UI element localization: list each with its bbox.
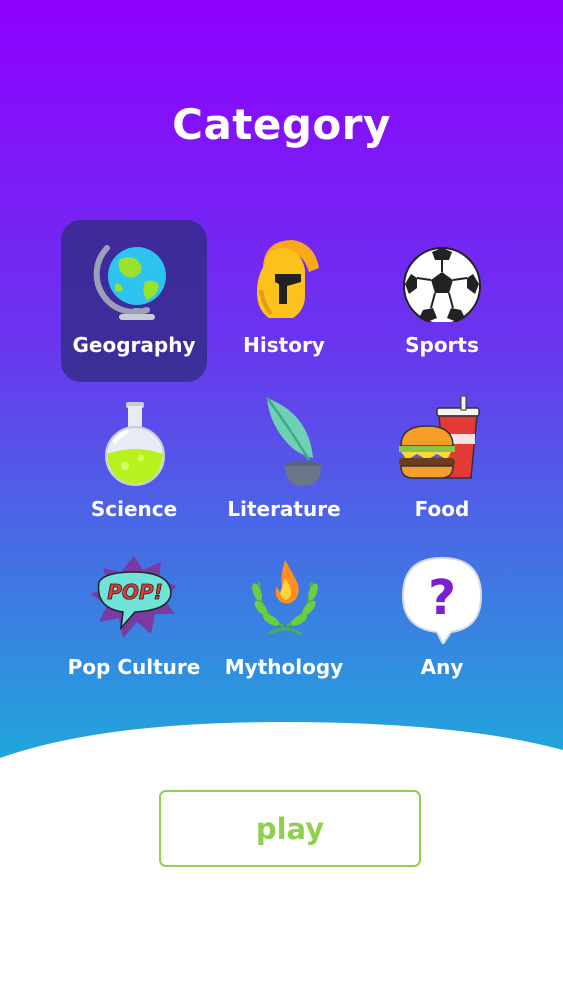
category-label: Sports [405,333,479,357]
burger-drink-icon [399,395,480,479]
category-label: Pop Culture [67,655,201,679]
category-science[interactable]: Science [61,384,207,546]
category-history[interactable]: History [211,220,357,382]
soccer-ball-icon [403,247,481,322]
page-title: Category [172,100,391,149]
quill-inkwell-icon [266,397,321,486]
category-label: History [243,333,325,357]
category-label: Geography [72,333,196,357]
category-sports[interactable]: Sports [369,220,515,382]
pop-text: POP! [107,580,162,604]
play-button[interactable]: play [159,790,421,867]
spartan-helmet-icon [257,240,319,318]
category-label: Any [420,655,464,679]
category-screen: Category Geography History Sports Scienc… [0,0,563,1000]
category-label: Literature [227,497,341,521]
category-literature[interactable]: Literature [211,384,357,546]
category-pop-culture[interactable]: POP! Pop Culture [61,542,207,704]
category-geography[interactable]: Geography [61,220,207,382]
category-mythology[interactable]: Mythology [211,542,357,704]
question-mark-text: ? [428,570,456,626]
category-food[interactable]: Food [369,384,515,546]
category-label: Mythology [224,655,344,679]
category-label: Science [90,497,178,521]
globe-icon [93,245,166,320]
pop-bubble-icon: POP! [91,556,177,638]
category-any[interactable]: ? Any [369,542,515,704]
laurel-flame-icon [252,560,318,636]
question-bubble-icon: ? [401,556,483,644]
flask-icon [105,402,165,486]
category-label: Food [414,497,470,521]
